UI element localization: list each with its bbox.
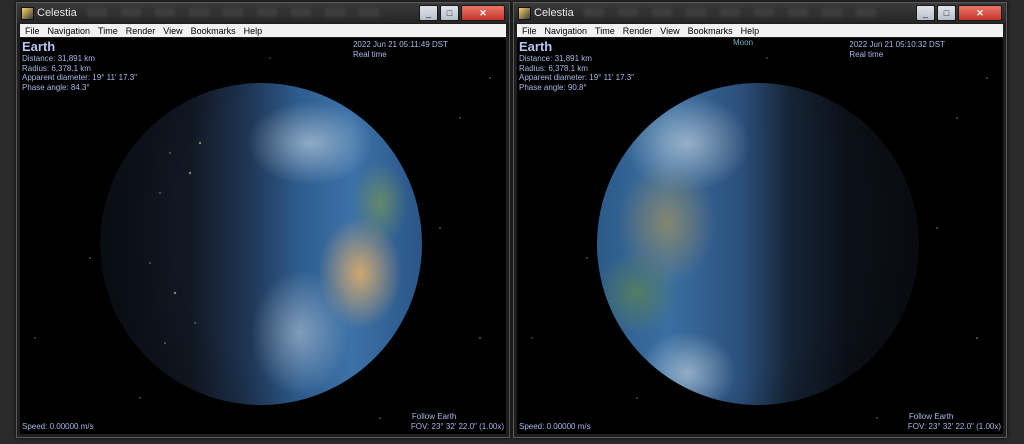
- moon-label[interactable]: Moon: [733, 38, 753, 47]
- celestia-window-left[interactable]: Celestia _ □ ✕ File Navigation Time Rend…: [16, 2, 510, 438]
- menu-render[interactable]: Render: [126, 26, 156, 36]
- menu-view[interactable]: View: [163, 26, 182, 36]
- menu-bar: File Navigation Time Render View Bookmar…: [517, 24, 1003, 37]
- menu-file[interactable]: File: [522, 26, 537, 36]
- minimize-button[interactable]: _: [419, 5, 438, 21]
- earth-globe[interactable]: [597, 83, 919, 405]
- menu-file[interactable]: File: [25, 26, 40, 36]
- menu-bookmarks[interactable]: Bookmarks: [688, 26, 733, 36]
- render-view[interactable]: Earth Distance: 31,891 km Radius: 6,378.…: [20, 38, 506, 434]
- minimize-button[interactable]: _: [916, 5, 935, 21]
- close-button[interactable]: ✕: [461, 5, 505, 21]
- title-bar[interactable]: Celestia _ □ ✕: [17, 3, 509, 23]
- time-info: 2022 Jun 21 05:11:49 DST Real time: [353, 40, 448, 59]
- menu-bookmarks[interactable]: Bookmarks: [191, 26, 236, 36]
- menu-time[interactable]: Time: [98, 26, 118, 36]
- blurred-toolbar: [87, 8, 387, 17]
- menu-help[interactable]: Help: [244, 26, 263, 36]
- radius-readout: Radius: 6,378.1 km: [22, 63, 91, 73]
- menu-navigation[interactable]: Navigation: [545, 26, 588, 36]
- speed-readout: Speed: 0.00000 m/s: [519, 422, 591, 431]
- radius-readout: Radius: 6,378.1 km: [519, 63, 588, 73]
- phase-angle-readout: Phase angle: 84.3°: [22, 82, 90, 92]
- apparent-diameter-readout: Apparent diameter: 19° 11' 17.3": [22, 73, 138, 82]
- follow-info: Follow Earth FOV: 23° 32' 22.0" (1.00x): [411, 412, 504, 431]
- follow-info: Follow Earth FOV: 23° 32' 22.0" (1.00x): [908, 412, 1001, 431]
- time-info: 2022 Jun 21 05:10:32 DST Real time: [849, 40, 945, 59]
- menu-view[interactable]: View: [660, 26, 679, 36]
- time-mode: Real time: [352, 49, 387, 59]
- time-mode: Real time: [849, 49, 884, 59]
- blurred-toolbar: [584, 8, 884, 17]
- distance-readout: Distance: 31,891 km: [519, 54, 592, 63]
- window-title: Celestia: [37, 7, 77, 19]
- datetime-readout: 2022 Jun 21 05:10:32 DST: [849, 40, 945, 49]
- fov-readout: FOV: 23° 32' 22.0" (1.00x): [907, 421, 1001, 431]
- celestia-app-icon: [518, 7, 531, 20]
- menu-time[interactable]: Time: [595, 26, 615, 36]
- apparent-diameter-readout: Apparent diameter: 19° 11' 17.3": [519, 73, 635, 82]
- title-bar[interactable]: Celestia _ □ ✕: [514, 3, 1006, 23]
- earth-globe[interactable]: [100, 83, 422, 405]
- follow-target: Follow Earth: [908, 412, 954, 421]
- menu-render[interactable]: Render: [623, 26, 653, 36]
- menu-help[interactable]: Help: [741, 26, 760, 36]
- datetime-readout: 2022 Jun 21 05:11:49 DST: [352, 40, 448, 49]
- maximize-button[interactable]: □: [937, 5, 956, 21]
- menu-navigation[interactable]: Navigation: [48, 26, 91, 36]
- render-view[interactable]: Moon Earth Distance: 31,891 km Radius: 6…: [517, 38, 1003, 434]
- fov-readout: FOV: 23° 32' 22.0" (1.00x): [410, 421, 504, 431]
- phase-angle-readout: Phase angle: 90.8°: [519, 82, 587, 92]
- celestia-app-icon: [21, 7, 34, 20]
- follow-target: Follow Earth: [411, 412, 457, 421]
- close-button[interactable]: ✕: [958, 5, 1002, 21]
- celestia-window-right[interactable]: Celestia _ □ ✕ File Navigation Time Rend…: [513, 2, 1007, 438]
- object-info: Earth Distance: 31,891 km Radius: 6,378.…: [22, 40, 137, 92]
- object-name: Earth: [22, 39, 56, 54]
- menu-bar: File Navigation Time Render View Bookmar…: [20, 24, 506, 37]
- window-title: Celestia: [534, 7, 574, 19]
- object-name: Earth: [519, 39, 553, 54]
- object-info: Earth Distance: 31,891 km Radius: 6,378.…: [519, 40, 634, 92]
- speed-readout: Speed: 0.00000 m/s: [22, 422, 94, 431]
- distance-readout: Distance: 31,891 km: [22, 54, 95, 63]
- maximize-button[interactable]: □: [440, 5, 459, 21]
